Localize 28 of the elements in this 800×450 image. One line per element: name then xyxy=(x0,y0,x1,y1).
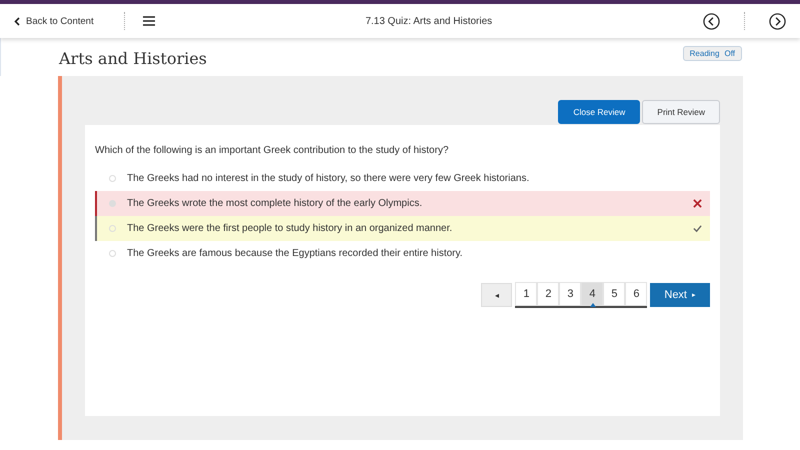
answer-option[interactable]: The Greeks wrote the most complete history of the early Olympics. xyxy=(95,191,710,216)
answer-option[interactable]: The Greeks had no interest in the study of history, so there were very few Greek historians. xyxy=(95,166,710,191)
check-icon xyxy=(693,224,702,233)
reading-toggle[interactable]: Reading Off xyxy=(682,46,742,61)
quiz-title: 7.13 Quiz: Arts and Histories xyxy=(364,16,494,26)
page-button[interactable]: 4 xyxy=(581,282,604,306)
previous-icon[interactable] xyxy=(703,12,720,30)
page-button[interactable]: 1 xyxy=(515,282,538,306)
page-button[interactable]: 3 xyxy=(559,282,582,306)
previous-button[interactable]: ◂ xyxy=(481,283,512,307)
radio-button[interactable] xyxy=(109,175,116,182)
radio-button[interactable] xyxy=(109,200,116,207)
page-button[interactable]: 2 xyxy=(537,282,560,306)
page-button[interactable]: 6 xyxy=(625,282,648,306)
page-title: Arts and Histories xyxy=(59,48,207,68)
radio-button[interactable] xyxy=(109,250,116,257)
close-review-button[interactable]: Close Review xyxy=(558,100,640,124)
page-button[interactable]: 5 xyxy=(603,282,626,306)
print-review-button[interactable]: Print Review xyxy=(642,100,720,124)
cross-icon xyxy=(693,199,702,208)
answer-option[interactable]: The Greeks were the first people to study history in an organized manner. xyxy=(95,216,710,241)
back-link[interactable]: Back to Content xyxy=(14,16,94,26)
next-icon[interactable] xyxy=(769,12,786,30)
menu-icon[interactable] xyxy=(142,16,155,26)
chevron-icon xyxy=(14,16,20,26)
question-text: Which of the following is an important Greek contribution to the study of history? xyxy=(95,145,450,156)
radio-button[interactable] xyxy=(109,225,116,232)
answer-option[interactable]: The Greeks are famous because the Egyptians recorded their entire history. xyxy=(95,241,710,266)
